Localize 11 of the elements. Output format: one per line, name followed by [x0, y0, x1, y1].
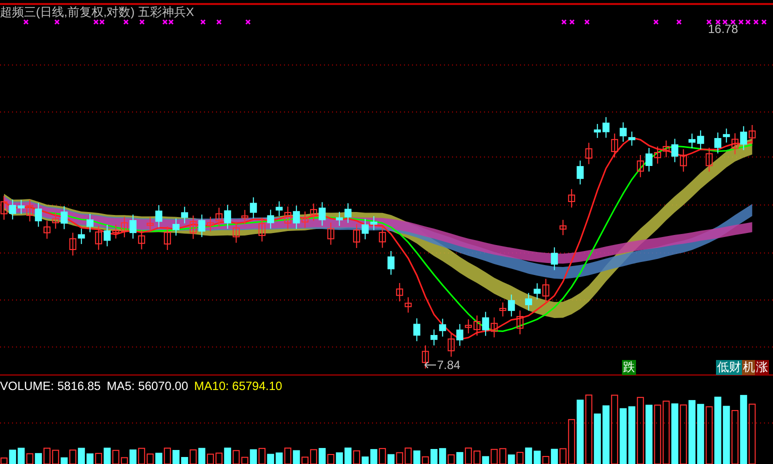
signal-tag: 低财 [716, 360, 742, 375]
signal-tag: 涨 [755, 360, 769, 375]
signal-tag: 机 [742, 360, 756, 375]
volume-legend-text: MA10: 65794.10 [194, 378, 282, 395]
signal-tag: 跌 [622, 360, 636, 375]
price-label: 7.84 [437, 357, 460, 374]
chart-title: 超频三(日线,前复权,对数) 五彩神兵X [0, 4, 194, 21]
volume-legend-text: VOLUME: 5816.85 [0, 378, 101, 395]
volume-legend-text: MA5: 56070.00 [106, 378, 188, 395]
price-label: 16.78 [708, 21, 738, 38]
left-arrow-icon [424, 361, 436, 369]
